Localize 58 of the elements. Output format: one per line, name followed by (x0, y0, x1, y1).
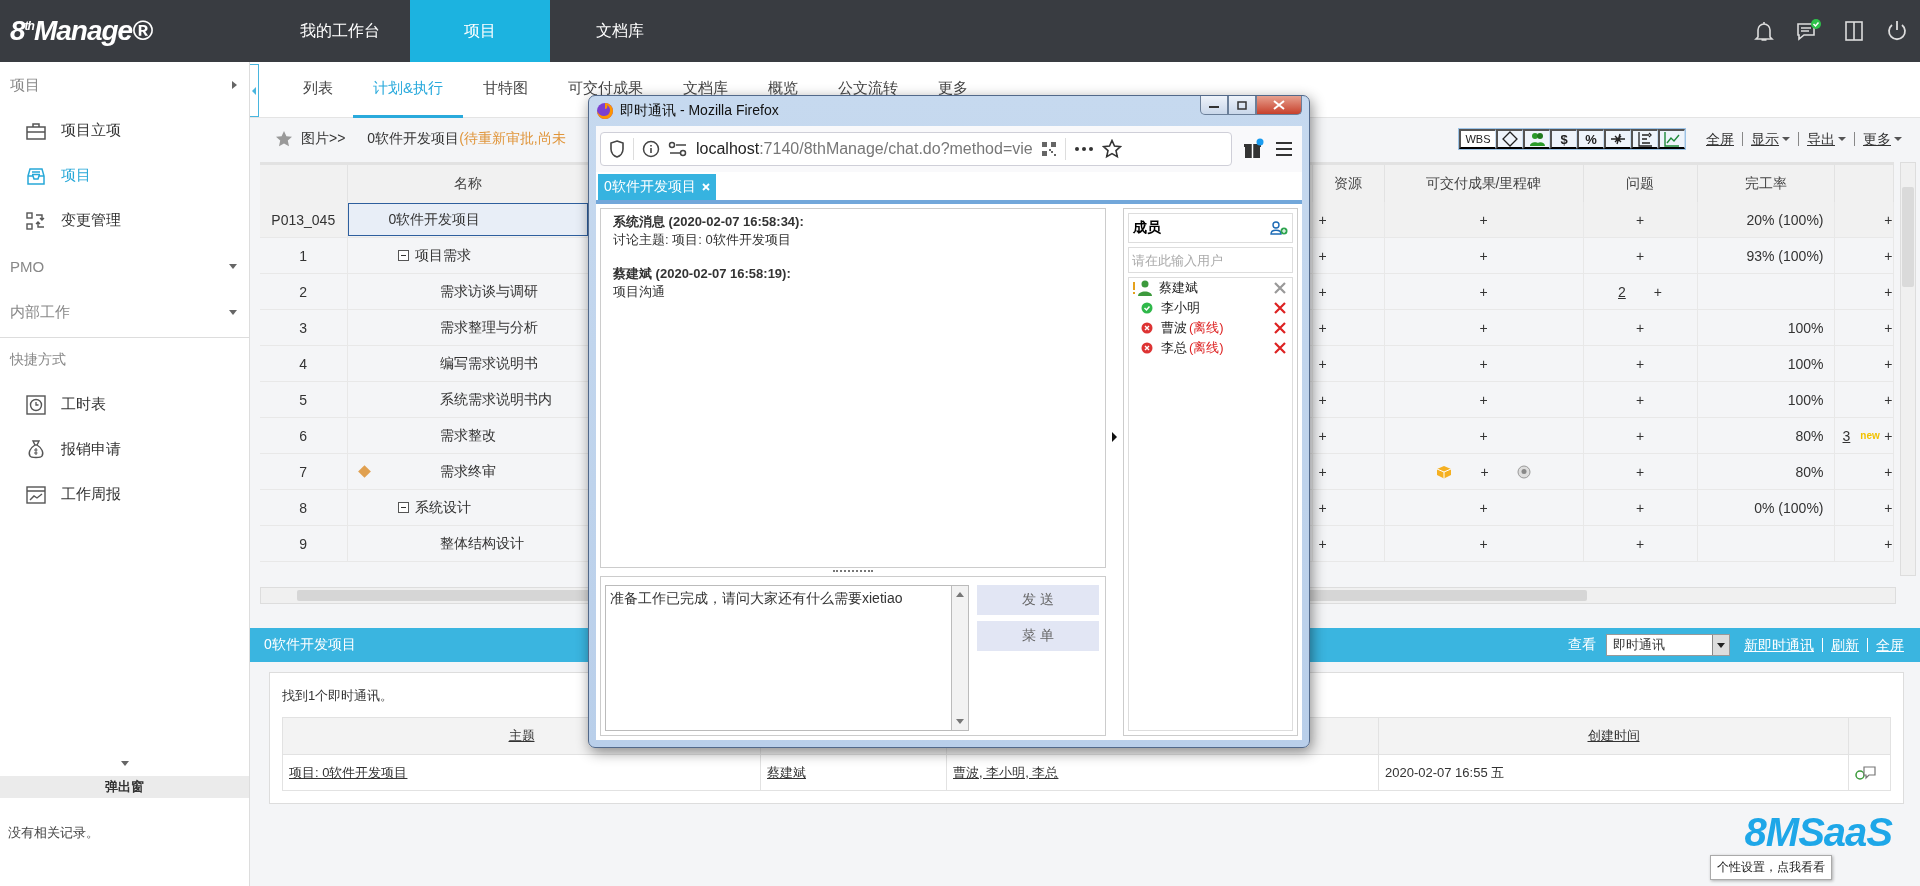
task-name: 编写需求说明书 (439, 354, 538, 373)
completion-rate: 0% (100%) (1754, 499, 1824, 516)
task-name: 系统需求说明书内 (439, 390, 552, 409)
row-number: 9 (299, 535, 308, 552)
row-number: P013_045 (271, 211, 336, 228)
member-name: 曹波 (1161, 319, 1187, 337)
view-label: 查看 (1568, 636, 1596, 654)
row-number: 7 (299, 463, 308, 480)
message-sender: 系统消息 (2020-02-07 16:58:34): (613, 213, 805, 231)
column-header: 问题 (1626, 174, 1654, 191)
window-title: 即时通讯 - Mozilla Firefox (620, 102, 779, 120)
row-number: 2 (299, 283, 308, 300)
panel-title: 弹出窗 (0, 776, 249, 798)
message-text: 讨论主题: 项目: 0软件开发项目 (613, 231, 792, 249)
completion-rate: 80% (1795, 463, 1824, 480)
row-number: 3 (299, 319, 308, 336)
task-name: 整体结构设计 (439, 534, 524, 553)
completion-rate: 93% (100%) (1746, 247, 1824, 264)
project-title: 0软件开发项目 (367, 130, 460, 148)
completion-rate: 20% (100%) (1746, 211, 1824, 228)
member-name: 蔡建斌 (1159, 279, 1198, 297)
member-name: 李小明 (1161, 299, 1200, 317)
completion-rate: 100% (1787, 355, 1824, 372)
task-name: 系统设计 (414, 498, 471, 517)
task-name: 需求整改 (439, 426, 496, 445)
column-header: 完工率 (1744, 174, 1787, 191)
panel-title: 0软件开发项目 (264, 636, 356, 654)
empty-message: 没有相关记录。 (7, 824, 100, 842)
completion-rate: 80% (1795, 427, 1824, 444)
row-number: 8 (299, 499, 308, 516)
task-name: 需求整理与分析 (439, 318, 538, 337)
message-text: 项目沟通 (613, 283, 666, 301)
column-header: 名称 (453, 174, 482, 191)
row-number: 4 (299, 355, 308, 372)
row-number: 5 (299, 391, 308, 408)
tooltip: 个性设置，点我看看 (1710, 855, 1832, 880)
members-title: 成员 (1133, 219, 1161, 237)
project-status: (待重新审批,尚未 (459, 130, 566, 148)
created-time: 2020-02-07 16:55 五 (1385, 764, 1505, 780)
member-status: (离线) (1189, 339, 1224, 357)
logo: 8$^{th}$Manage® (10, 15, 152, 47)
column-header: 可交付成果/里程碑 (1425, 174, 1542, 191)
row-number: 1 (299, 247, 308, 264)
task-name: 0软件开发项目 (388, 210, 481, 229)
member-status: (离线) (1189, 319, 1224, 337)
column-header: 资源 (1334, 174, 1362, 191)
completion-rate: 100% (1787, 391, 1824, 408)
task-name: 需求访谈与调研 (439, 282, 538, 301)
result-summary: 找到1个即时通讯。 (282, 687, 395, 705)
new-label: new (1860, 430, 1880, 441)
message-sender: 蔡建斌 (2020-02-07 16:58:19): (613, 265, 792, 283)
member-name: 李总 (1161, 339, 1187, 357)
url-text: localhost:7140/8thManage/chat.do?method=vie (696, 140, 1033, 158)
completion-rate: 100% (1787, 319, 1824, 336)
section-title: 快捷方式 (8, 350, 67, 369)
row-number: 6 (299, 427, 308, 444)
task-name: 需求终审 (439, 462, 496, 481)
task-name: 项目需求 (414, 246, 471, 265)
